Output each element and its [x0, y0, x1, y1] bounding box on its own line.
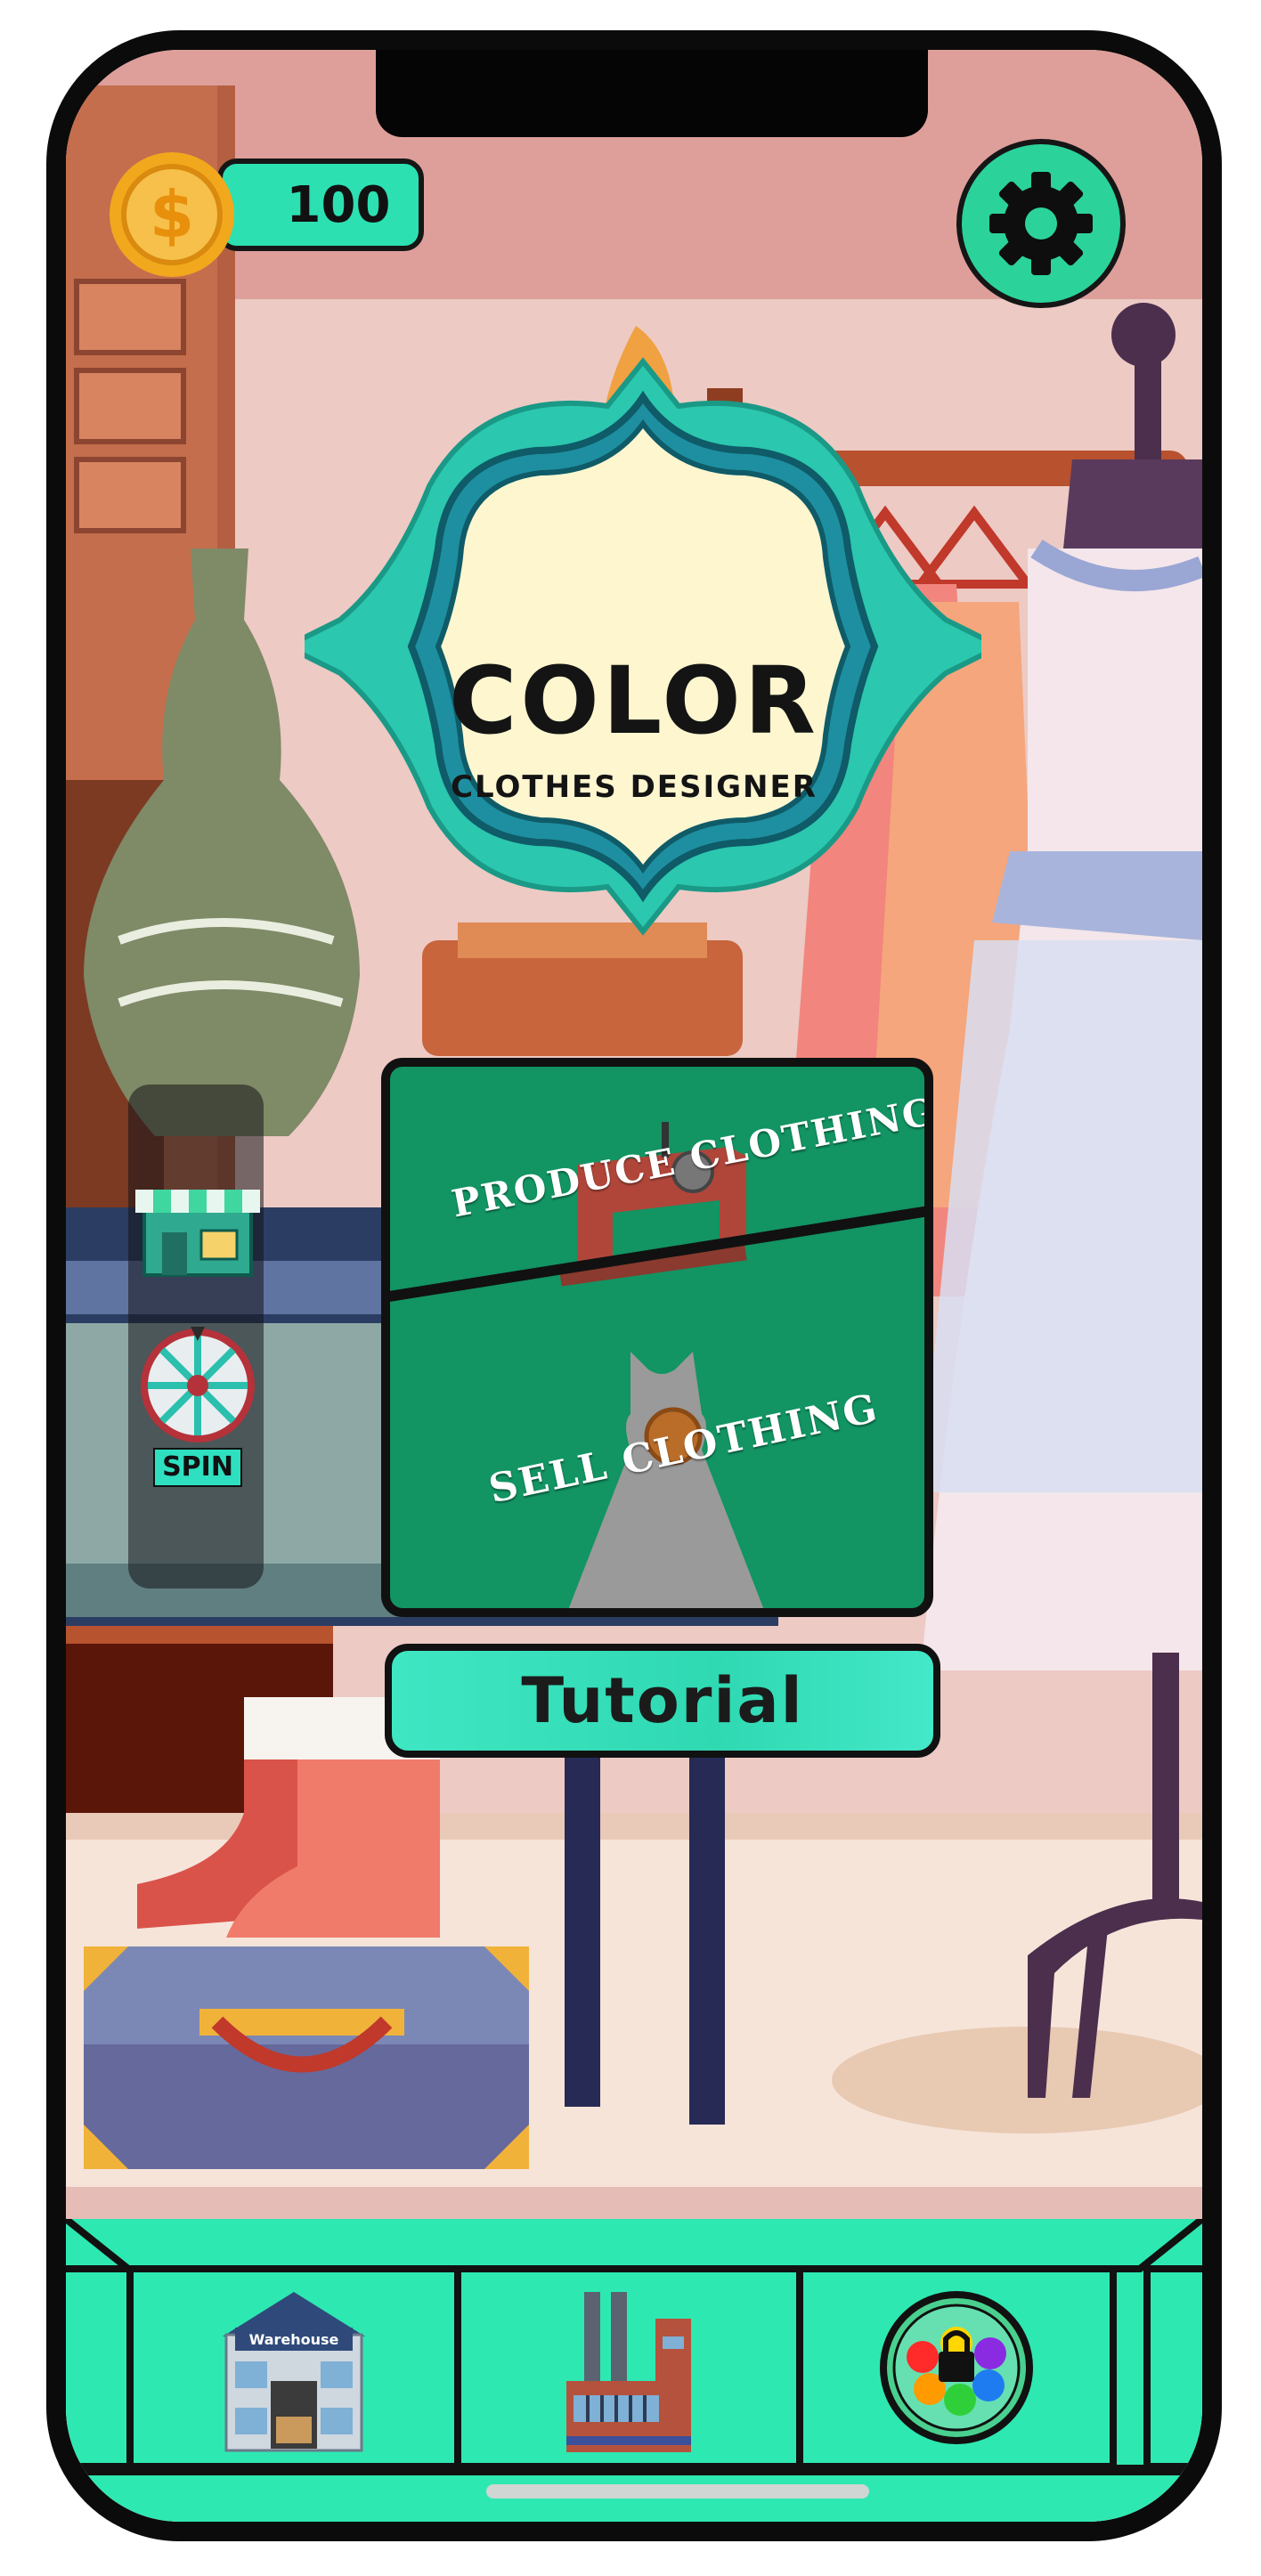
svg-text:$: $	[150, 177, 194, 252]
notch	[376, 50, 928, 137]
tutorial-button[interactable]: Tutorial	[385, 1644, 940, 1758]
warehouse-button[interactable]: Warehouse	[126, 2265, 461, 2470]
settings-button[interactable]	[956, 139, 1126, 308]
shop-button[interactable]	[135, 1181, 260, 1279]
nav-edge-left	[66, 2265, 134, 2470]
spin-label: SPIN	[153, 1448, 242, 1487]
home-indicator[interactable]	[486, 2484, 869, 2499]
palette-button[interactable]	[796, 2265, 1117, 2470]
gear-icon	[989, 172, 1093, 275]
action-panel: PRODUCE CLOTHING SELL CLOTHING	[381, 1058, 933, 1617]
coin-counter: 100	[217, 158, 424, 251]
wheel-icon	[141, 1327, 255, 1442]
nav-edge-right	[1143, 2265, 1202, 2470]
coin-amount: 100	[286, 175, 391, 234]
game-subtitle: CLOTHES DESIGNER	[451, 769, 818, 805]
game-title: COLOR	[449, 646, 819, 755]
shop-icon	[135, 1190, 260, 1277]
dollar-coin-icon: $	[105, 148, 239, 281]
spin-button[interactable]: SPIN	[139, 1323, 256, 1519]
phone-frame: 100 $ COLOR CLOTHES DESIGNER SPIN PRODUC…	[46, 30, 1222, 2541]
warehouse-label: Warehouse	[249, 2331, 339, 2348]
factory-icon	[566, 2292, 691, 2452]
tutorial-label: Tutorial	[521, 1664, 804, 1737]
sell-clothing-button[interactable]: SELL CLOTHING	[390, 1334, 924, 1608]
produce-clothing-button[interactable]: PRODUCE CLOTHING	[390, 1067, 924, 1334]
nav-bottom-border	[66, 2465, 1202, 2475]
nav-top-border	[66, 2219, 1202, 2272]
warehouse-icon: Warehouse	[223, 2292, 365, 2452]
locked-palette-icon	[880, 2291, 1033, 2444]
factory-button[interactable]	[454, 2265, 803, 2470]
